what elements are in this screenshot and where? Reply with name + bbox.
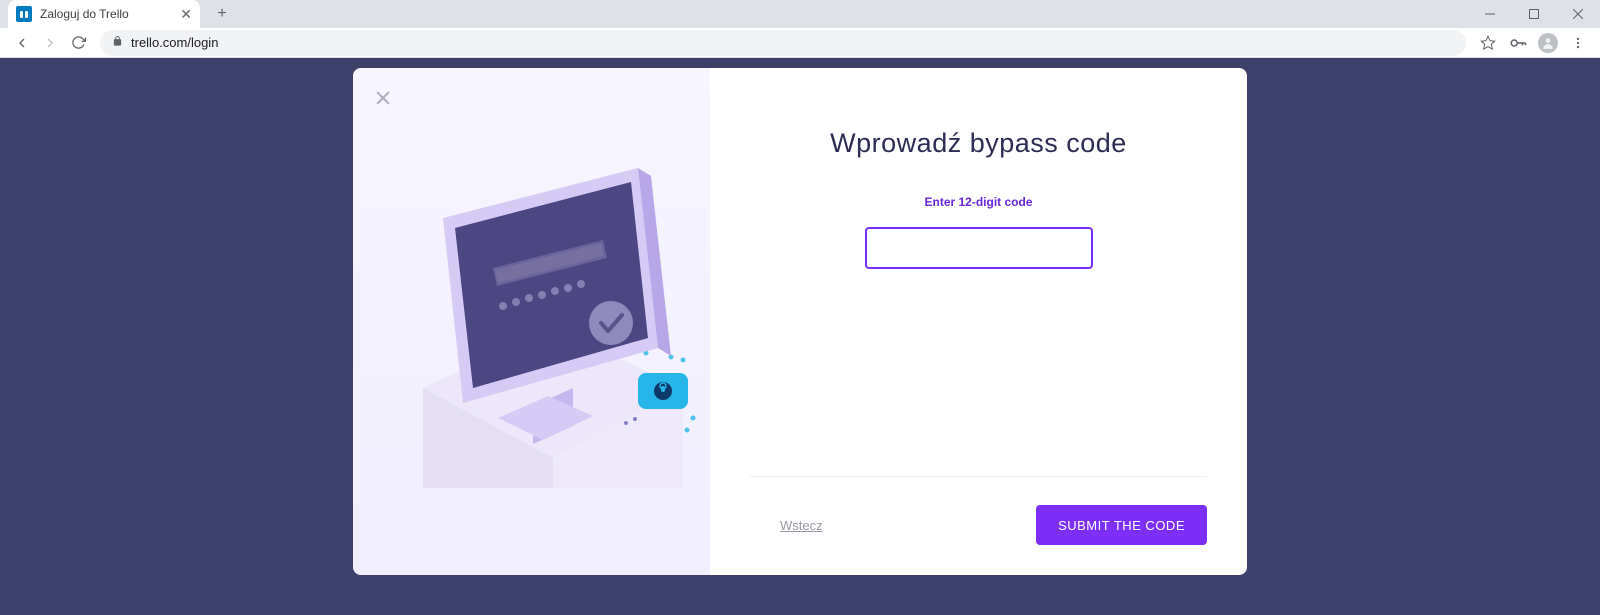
back-link[interactable]: Wstecz (780, 518, 823, 533)
tab-close-icon[interactable]: ✕ (180, 6, 192, 23)
browser-tab[interactable]: Zaloguj do Trello ✕ (8, 0, 200, 28)
trello-favicon (16, 6, 32, 22)
close-icon[interactable] (373, 88, 393, 113)
url-text: trello.com/login (131, 35, 218, 50)
window-maximize-button[interactable] (1512, 0, 1556, 28)
browser-chrome: Zaloguj do Trello ✕ + (0, 0, 1600, 58)
window-minimize-button[interactable] (1468, 0, 1512, 28)
page-body: Wprowadź bypass code Enter 12-digit code… (0, 58, 1600, 615)
reload-button[interactable] (64, 29, 92, 57)
bypass-code-input[interactable] (865, 227, 1093, 269)
modal-illustration-panel (353, 68, 710, 575)
modal-heading: Wprowadź bypass code (750, 128, 1207, 159)
monitor-illustration (383, 158, 703, 488)
modal-action-bar: Wstecz SUBMIT THE CODE (750, 476, 1207, 545)
window-close-button[interactable] (1556, 0, 1600, 28)
new-tab-button[interactable]: + (210, 2, 234, 26)
bypass-code-modal: Wprowadź bypass code Enter 12-digit code… (353, 68, 1247, 575)
modal-form-panel: Wprowadź bypass code Enter 12-digit code… (710, 68, 1247, 575)
submit-button[interactable]: SUBMIT THE CODE (1036, 505, 1207, 545)
address-bar[interactable]: trello.com/login (100, 30, 1466, 56)
tab-title: Zaloguj do Trello (40, 7, 129, 21)
toolbar-right (1474, 29, 1592, 57)
forward-button[interactable] (36, 29, 64, 57)
tab-bar: Zaloguj do Trello ✕ + (0, 0, 1600, 28)
browser-toolbar: trello.com/login (0, 28, 1600, 58)
code-prompt-label: Enter 12-digit code (750, 195, 1207, 209)
profile-icon[interactable] (1534, 29, 1562, 57)
lock-icon (112, 35, 123, 50)
menu-icon[interactable] (1564, 29, 1592, 57)
back-button[interactable] (8, 29, 36, 57)
bookmark-star-icon[interactable] (1474, 29, 1502, 57)
window-controls (1468, 0, 1600, 28)
password-key-icon[interactable] (1504, 29, 1532, 57)
